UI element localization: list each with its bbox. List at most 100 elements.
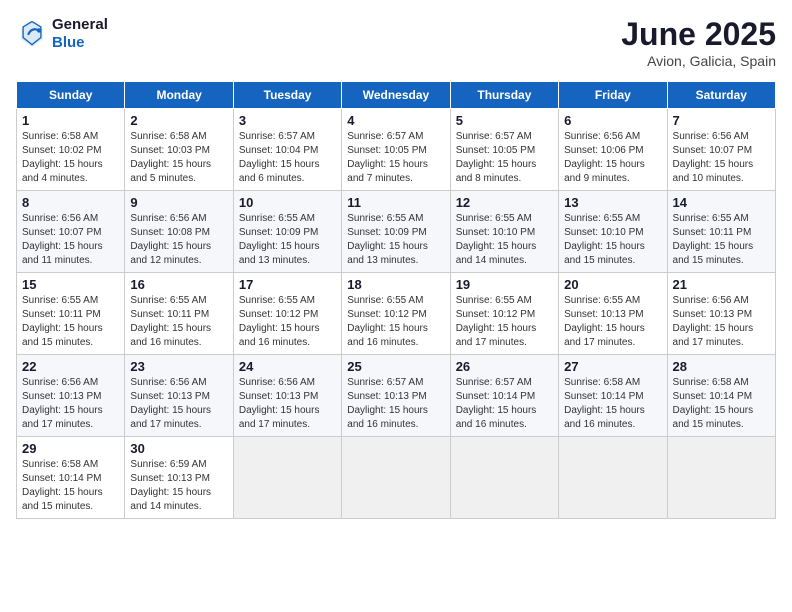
daylight-label: Daylight: 15 hours and 7 minutes.	[347, 159, 428, 184]
day-info: Sunrise: 6:58 AM Sunset: 10:02 PM Daylig…	[22, 130, 119, 186]
day-number: 8	[22, 195, 119, 210]
calendar-day-cell	[233, 437, 341, 519]
sunrise-label: Sunrise: 6:55 AM	[239, 295, 315, 306]
daylight-label: Daylight: 15 hours and 11 minutes.	[22, 241, 103, 266]
sunrise-label: Sunrise: 6:57 AM	[347, 131, 423, 142]
day-number: 21	[673, 277, 770, 292]
day-number: 1	[22, 113, 119, 128]
day-number: 16	[130, 277, 227, 292]
sunrise-label: Sunrise: 6:55 AM	[456, 295, 532, 306]
daylight-label: Daylight: 15 hours and 4 minutes.	[22, 159, 103, 184]
day-info: Sunrise: 6:56 AM Sunset: 10:13 PM Daylig…	[673, 294, 770, 350]
calendar-day-cell: 20 Sunrise: 6:55 AM Sunset: 10:13 PM Day…	[559, 273, 667, 355]
daylight-label: Daylight: 15 hours and 16 minutes.	[347, 405, 428, 430]
sunset-label: Sunset: 10:07 PM	[673, 145, 753, 156]
calendar-day-cell: 21 Sunrise: 6:56 AM Sunset: 10:13 PM Day…	[667, 273, 775, 355]
calendar-day-cell: 28 Sunrise: 6:58 AM Sunset: 10:14 PM Day…	[667, 355, 775, 437]
calendar-day-cell: 30 Sunrise: 6:59 AM Sunset: 10:13 PM Day…	[125, 437, 233, 519]
sunrise-label: Sunrise: 6:56 AM	[239, 377, 315, 388]
calendar-day-cell	[450, 437, 558, 519]
calendar-day-cell: 19 Sunrise: 6:55 AM Sunset: 10:12 PM Day…	[450, 273, 558, 355]
calendar-day-cell: 13 Sunrise: 6:55 AM Sunset: 10:10 PM Day…	[559, 191, 667, 273]
day-number: 9	[130, 195, 227, 210]
sunrise-label: Sunrise: 6:58 AM	[22, 131, 98, 142]
day-number: 30	[130, 441, 227, 456]
calendar-day-cell: 6 Sunrise: 6:56 AM Sunset: 10:06 PM Dayl…	[559, 109, 667, 191]
sunset-label: Sunset: 10:13 PM	[22, 391, 102, 402]
calendar-day-cell: 9 Sunrise: 6:56 AM Sunset: 10:08 PM Dayl…	[125, 191, 233, 273]
sunrise-label: Sunrise: 6:55 AM	[456, 213, 532, 224]
day-number: 28	[673, 359, 770, 374]
day-number: 27	[564, 359, 661, 374]
day-number: 22	[22, 359, 119, 374]
weekday-header: Monday	[125, 82, 233, 109]
day-info: Sunrise: 6:55 AM Sunset: 10:12 PM Daylig…	[347, 294, 444, 350]
calendar-week-row: 15 Sunrise: 6:55 AM Sunset: 10:11 PM Day…	[17, 273, 776, 355]
sunset-label: Sunset: 10:13 PM	[130, 473, 210, 484]
sunset-label: Sunset: 10:13 PM	[130, 391, 210, 402]
day-info: Sunrise: 6:56 AM Sunset: 10:08 PM Daylig…	[130, 212, 227, 268]
calendar-day-cell: 12 Sunrise: 6:55 AM Sunset: 10:10 PM Day…	[450, 191, 558, 273]
weekday-header: Friday	[559, 82, 667, 109]
daylight-label: Daylight: 15 hours and 12 minutes.	[130, 241, 211, 266]
day-number: 23	[130, 359, 227, 374]
daylight-label: Daylight: 15 hours and 14 minutes.	[130, 487, 211, 512]
sunrise-label: Sunrise: 6:57 AM	[347, 377, 423, 388]
logo-icon	[16, 18, 48, 50]
day-info: Sunrise: 6:56 AM Sunset: 10:06 PM Daylig…	[564, 130, 661, 186]
calendar-day-cell	[667, 437, 775, 519]
day-info: Sunrise: 6:55 AM Sunset: 10:10 PM Daylig…	[456, 212, 553, 268]
sunset-label: Sunset: 10:11 PM	[130, 309, 209, 320]
logo-line2: Blue	[52, 34, 108, 52]
day-info: Sunrise: 6:56 AM Sunset: 10:13 PM Daylig…	[130, 376, 227, 432]
calendar-day-cell: 3 Sunrise: 6:57 AM Sunset: 10:04 PM Dayl…	[233, 109, 341, 191]
sunset-label: Sunset: 10:12 PM	[456, 309, 536, 320]
day-info: Sunrise: 6:56 AM Sunset: 10:13 PM Daylig…	[22, 376, 119, 432]
sunset-label: Sunset: 10:12 PM	[347, 309, 427, 320]
day-number: 20	[564, 277, 661, 292]
calendar-day-cell: 4 Sunrise: 6:57 AM Sunset: 10:05 PM Dayl…	[342, 109, 450, 191]
daylight-label: Daylight: 15 hours and 15 minutes.	[22, 487, 103, 512]
day-number: 4	[347, 113, 444, 128]
day-number: 13	[564, 195, 661, 210]
weekday-header: Tuesday	[233, 82, 341, 109]
calendar-day-cell: 25 Sunrise: 6:57 AM Sunset: 10:13 PM Day…	[342, 355, 450, 437]
day-number: 26	[456, 359, 553, 374]
day-info: Sunrise: 6:56 AM Sunset: 10:13 PM Daylig…	[239, 376, 336, 432]
logo-line1: General	[52, 16, 108, 34]
sunset-label: Sunset: 10:09 PM	[347, 227, 427, 238]
calendar-day-cell: 7 Sunrise: 6:56 AM Sunset: 10:07 PM Dayl…	[667, 109, 775, 191]
sunrise-label: Sunrise: 6:56 AM	[673, 295, 749, 306]
location-subtitle: Avion, Galicia, Spain	[621, 53, 776, 69]
daylight-label: Daylight: 15 hours and 16 minutes.	[456, 405, 537, 430]
sunrise-label: Sunrise: 6:57 AM	[239, 131, 315, 142]
calendar-day-cell: 5 Sunrise: 6:57 AM Sunset: 10:05 PM Dayl…	[450, 109, 558, 191]
day-info: Sunrise: 6:57 AM Sunset: 10:05 PM Daylig…	[456, 130, 553, 186]
calendar-day-cell: 17 Sunrise: 6:55 AM Sunset: 10:12 PM Day…	[233, 273, 341, 355]
sunrise-label: Sunrise: 6:55 AM	[22, 295, 98, 306]
day-number: 11	[347, 195, 444, 210]
sunrise-label: Sunrise: 6:55 AM	[239, 213, 315, 224]
day-info: Sunrise: 6:56 AM Sunset: 10:07 PM Daylig…	[22, 212, 119, 268]
daylight-label: Daylight: 15 hours and 15 minutes.	[673, 405, 754, 430]
day-number: 5	[456, 113, 553, 128]
day-info: Sunrise: 6:55 AM Sunset: 10:11 PM Daylig…	[22, 294, 119, 350]
daylight-label: Daylight: 15 hours and 16 minutes.	[130, 323, 211, 348]
sunrise-label: Sunrise: 6:56 AM	[130, 377, 206, 388]
sunrise-label: Sunrise: 6:55 AM	[564, 213, 640, 224]
day-info: Sunrise: 6:55 AM Sunset: 10:13 PM Daylig…	[564, 294, 661, 350]
calendar-day-cell: 15 Sunrise: 6:55 AM Sunset: 10:11 PM Day…	[17, 273, 125, 355]
sunset-label: Sunset: 10:04 PM	[239, 145, 319, 156]
month-year-title: June 2025	[621, 16, 776, 53]
day-number: 14	[673, 195, 770, 210]
daylight-label: Daylight: 15 hours and 13 minutes.	[239, 241, 320, 266]
sunset-label: Sunset: 10:14 PM	[673, 391, 753, 402]
daylight-label: Daylight: 15 hours and 17 minutes.	[456, 323, 537, 348]
daylight-label: Daylight: 15 hours and 17 minutes.	[130, 405, 211, 430]
sunrise-label: Sunrise: 6:58 AM	[673, 377, 749, 388]
title-area: June 2025 Avion, Galicia, Spain	[621, 16, 776, 69]
sunrise-label: Sunrise: 6:55 AM	[564, 295, 640, 306]
sunset-label: Sunset: 10:12 PM	[239, 309, 319, 320]
day-number: 25	[347, 359, 444, 374]
sunset-label: Sunset: 10:03 PM	[130, 145, 210, 156]
